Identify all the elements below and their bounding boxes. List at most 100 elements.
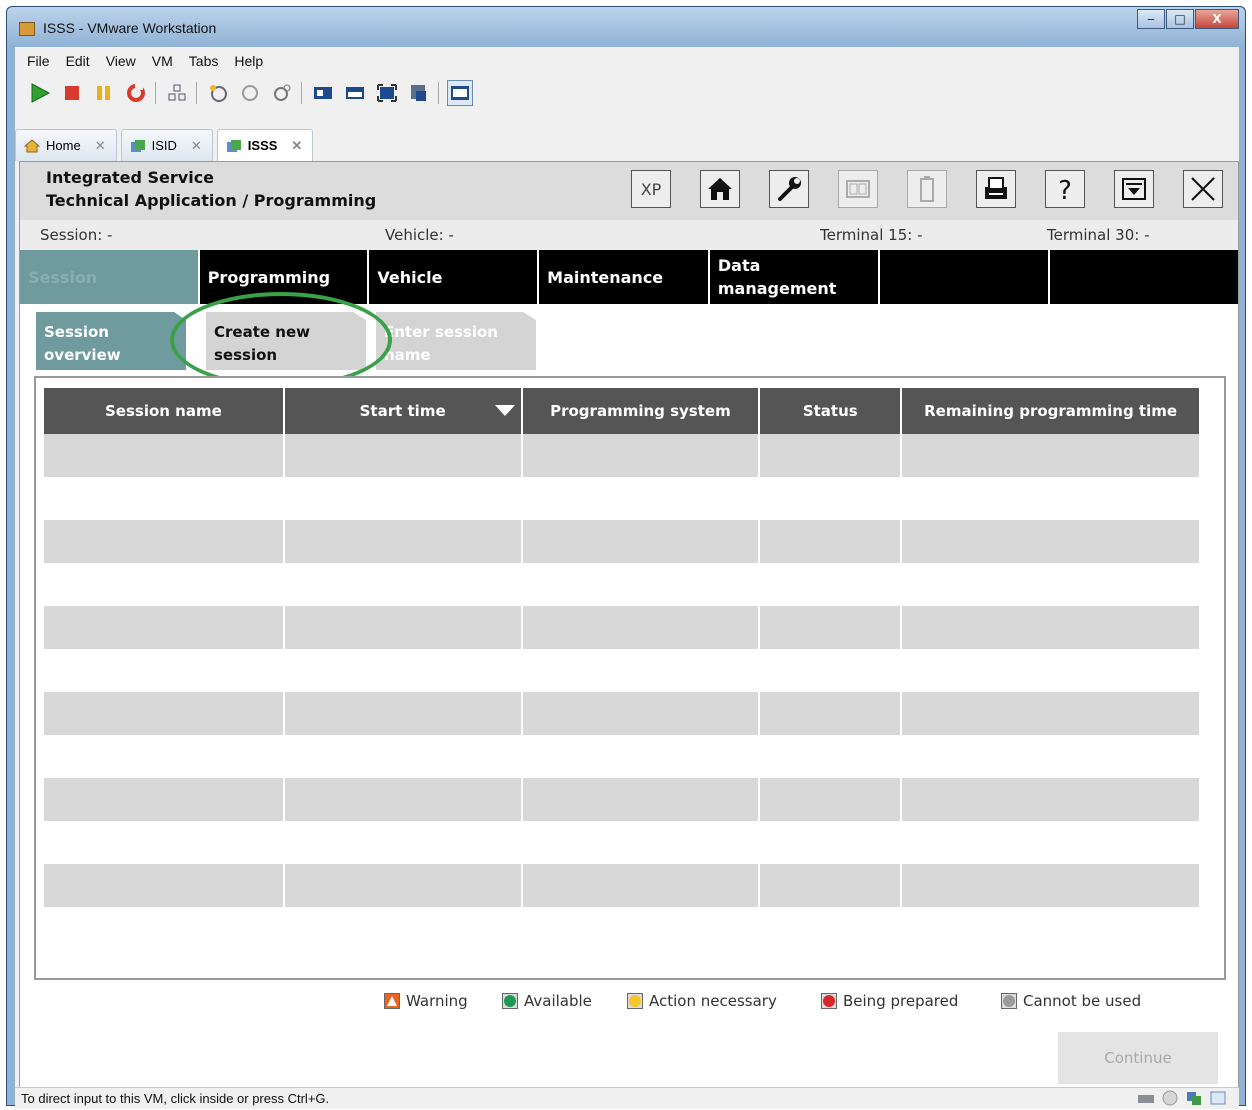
xp-label: XP: [640, 179, 662, 199]
table-row[interactable]: [44, 563, 1200, 606]
display-button[interactable]: [838, 170, 878, 208]
legend-warning-label: Warning: [406, 992, 468, 1010]
col-start-time-label: Start time: [359, 402, 446, 420]
tab-isid-label: ISID: [151, 138, 177, 153]
stop-icon[interactable]: [59, 80, 85, 106]
gallery-icon: [846, 180, 870, 198]
menu-help[interactable]: Help: [234, 53, 263, 69]
home-icon: [24, 138, 40, 152]
table-row[interactable]: [44, 735, 1200, 778]
legend-warning: Warning: [384, 992, 468, 1010]
legend-being-prepared-label: Being prepared: [843, 992, 959, 1010]
nav-session[interactable]: Session: [20, 250, 200, 304]
message-log-icon[interactable]: [1209, 1090, 1227, 1106]
hard-disk-icon[interactable]: [1137, 1090, 1155, 1106]
console-view-icon[interactable]: [310, 80, 336, 106]
terminal15-info: Terminal 15: -: [820, 226, 923, 244]
battery-button[interactable]: [907, 170, 947, 208]
sessions-panel: Session name Start time Programming syst…: [34, 376, 1226, 980]
close-icon[interactable]: ✕: [191, 138, 202, 154]
tab-isid[interactable]: ISID ✕: [120, 129, 213, 161]
network-adapter-icon[interactable]: [1185, 1090, 1203, 1106]
printer-icon: [985, 177, 1007, 199]
tab-home[interactable]: Home ✕: [15, 129, 117, 161]
minimize-button[interactable]: ‒: [1137, 9, 1165, 29]
table-row[interactable]: [44, 692, 1199, 735]
window-title: ISSS - VMware Workstation: [43, 20, 217, 36]
toolbar-separator: [155, 82, 156, 104]
nav-data-management[interactable]: Data management: [710, 250, 880, 304]
legend-available: Available: [502, 992, 592, 1010]
table-row[interactable]: [44, 606, 1199, 649]
table-row[interactable]: [44, 649, 1200, 692]
pause-icon[interactable]: [91, 80, 117, 106]
cannot-be-used-icon: [1001, 993, 1017, 1009]
toolbar-separator: [301, 82, 302, 104]
vmware-status-bar: To direct input to this VM, click inside…: [15, 1087, 1239, 1109]
minimize-app-button[interactable]: [1114, 170, 1154, 208]
status-info-bar: Session: - Vehicle: - Terminal 15: - Ter…: [20, 220, 1238, 250]
legend-cannot-be-used-label: Cannot be used: [1023, 992, 1142, 1010]
col-programming-system[interactable]: Programming system: [521, 388, 761, 434]
sort-desc-icon[interactable]: [494, 405, 515, 416]
continue-button[interactable]: Continue: [1058, 1032, 1218, 1084]
cd-drive-icon[interactable]: [1161, 1090, 1179, 1106]
network-icon[interactable]: [164, 80, 190, 106]
table-row[interactable]: [44, 477, 1200, 520]
wrench-icon: [778, 177, 801, 201]
menu-file[interactable]: File: [27, 53, 50, 69]
unity-icon[interactable]: [406, 80, 432, 106]
table-row[interactable]: [44, 821, 1200, 864]
full-screen-icon[interactable]: [374, 80, 400, 106]
vm-icon: [226, 139, 241, 152]
exit-button[interactable]: [1183, 170, 1223, 208]
app-header: Integrated Service Technical Application…: [20, 162, 1238, 220]
vmware-client: File Edit View VM Tabs Help Home ✕ ISID …: [15, 47, 1239, 1109]
revert-icon[interactable]: [237, 80, 263, 106]
close-button[interactable]: X: [1195, 9, 1239, 29]
menu-edit[interactable]: Edit: [66, 53, 90, 69]
menu-bar: File Edit View VM Tabs Help: [15, 47, 1239, 75]
status-message: To direct input to this VM, click inside…: [21, 1091, 330, 1106]
reset-icon[interactable]: [123, 80, 149, 106]
home-icon: [708, 178, 732, 200]
snapshot-icon[interactable]: [205, 80, 231, 106]
snapshot-manager-icon[interactable]: [269, 80, 295, 106]
close-icon: [1191, 177, 1215, 201]
quick-switch-icon[interactable]: [342, 80, 368, 106]
menu-view[interactable]: View: [106, 53, 136, 69]
col-remaining-time[interactable]: Remaining programming time: [901, 388, 1199, 434]
home-button[interactable]: [700, 170, 740, 208]
window-controls: ‒ □ X: [1136, 9, 1239, 29]
print-button[interactable]: [976, 170, 1016, 208]
nav-maintenance[interactable]: Maintenance: [539, 250, 710, 304]
col-start-time[interactable]: Start time: [283, 388, 523, 434]
subtab-session-overview[interactable]: Session overview: [36, 312, 186, 370]
legend-action-necessary: Action necessary: [627, 992, 777, 1010]
vm-guest-screen[interactable]: Integrated Service Technical Application…: [19, 161, 1239, 1088]
play-icon[interactable]: [27, 80, 53, 106]
svg-text:?: ?: [1058, 176, 1072, 203]
xp-button[interactable]: XP: [631, 170, 671, 208]
close-icon[interactable]: ✕: [291, 138, 302, 154]
table-row[interactable]: [44, 864, 1199, 907]
action-necessary-icon: [627, 993, 643, 1009]
close-icon[interactable]: ✕: [95, 138, 106, 154]
col-status[interactable]: Status: [759, 388, 903, 434]
help-button[interactable]: ?: [1045, 170, 1085, 208]
menu-vm[interactable]: VM: [152, 53, 173, 69]
legend-available-label: Available: [524, 992, 592, 1010]
tab-isss[interactable]: ISSS ✕: [216, 129, 314, 161]
table-row[interactable]: [44, 778, 1199, 821]
service-button[interactable]: [769, 170, 809, 208]
status-legend: Warning Available Action necessary Being…: [20, 992, 1238, 1018]
title-bar[interactable]: ISSS - VMware Workstation ‒ □ X: [7, 7, 1245, 47]
menu-tabs[interactable]: Tabs: [189, 53, 219, 69]
legend-cannot-be-used: Cannot be used: [1001, 992, 1141, 1010]
nav-vehicle[interactable]: Vehicle: [369, 250, 540, 304]
col-session-name[interactable]: Session name: [44, 388, 285, 434]
view-icon[interactable]: [447, 80, 473, 106]
maximize-button[interactable]: □: [1166, 9, 1194, 29]
table-row[interactable]: [44, 520, 1199, 563]
table-row[interactable]: [44, 434, 1199, 477]
